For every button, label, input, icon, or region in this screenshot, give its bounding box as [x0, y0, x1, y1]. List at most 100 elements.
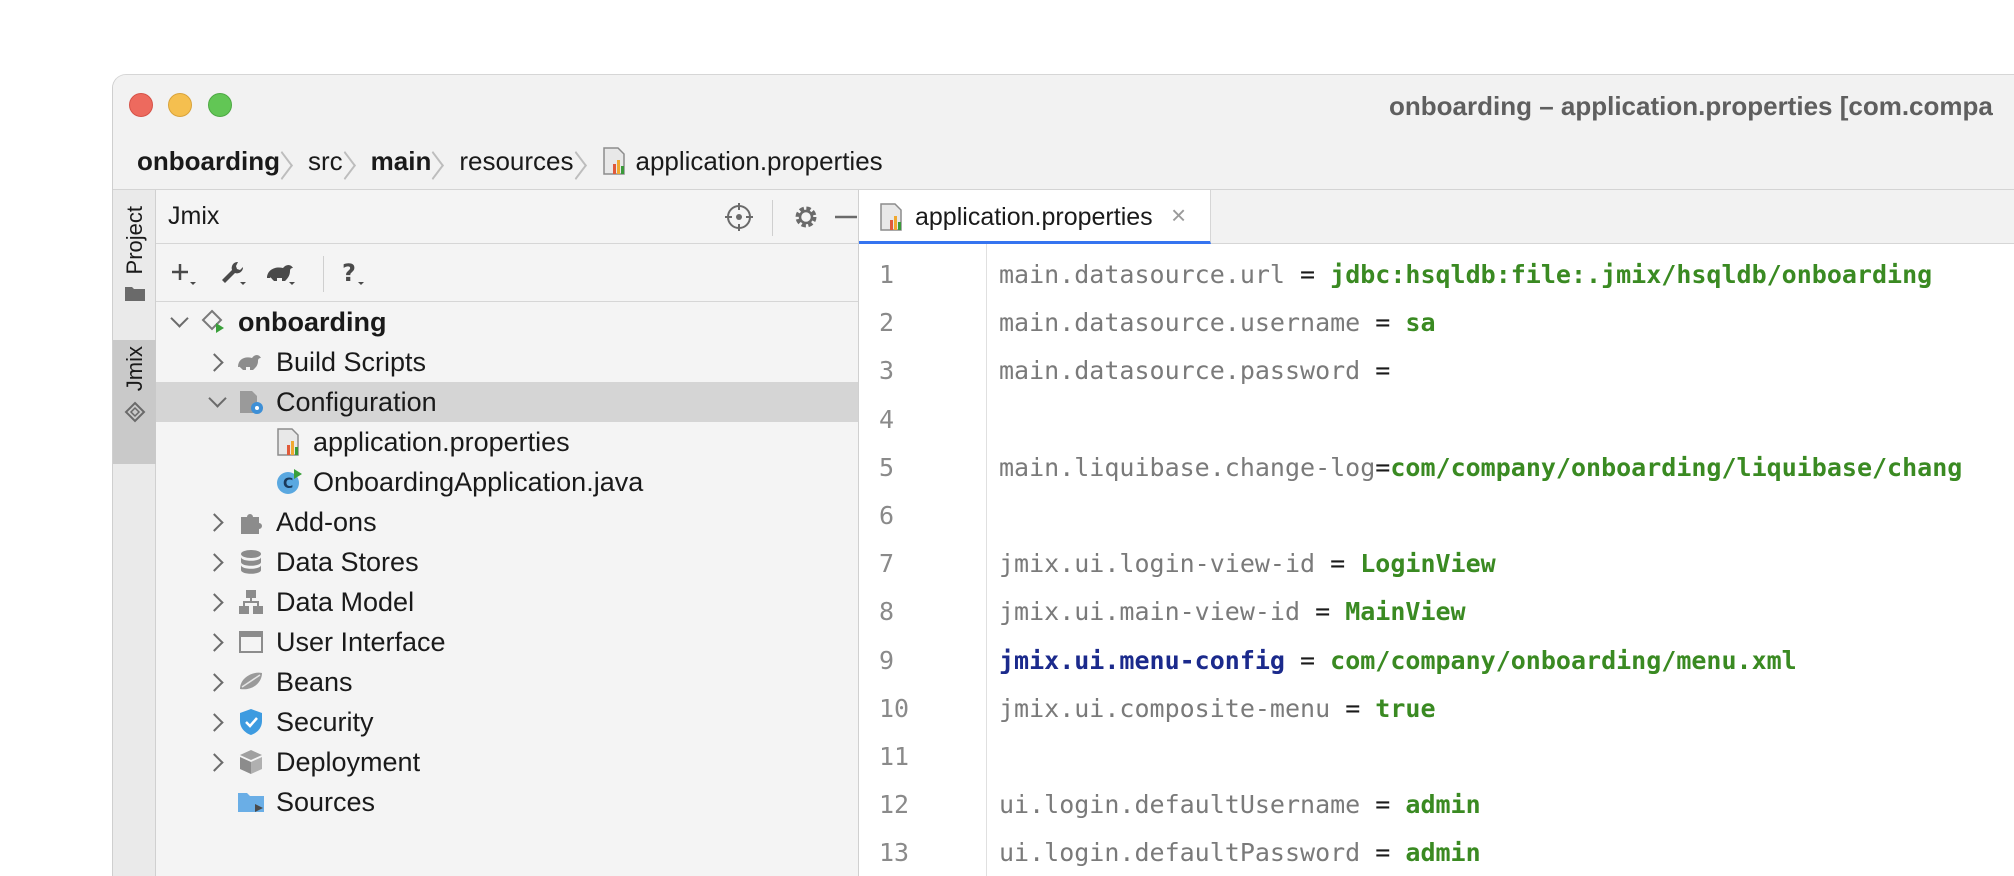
property-separator: =: [1300, 597, 1346, 627]
property-key: main.liquibase.change-log: [999, 452, 1376, 482]
chevron-right-icon[interactable]: [208, 752, 228, 772]
breadcrumb-item-file[interactable]: application.properties: [636, 146, 883, 177]
property-key: ui.login.defaultPassword: [999, 838, 1361, 868]
chevron-right-icon[interactable]: [208, 672, 228, 692]
code-area[interactable]: main.datasource.url = jdbc:hsqldb:file:.…: [999, 244, 2014, 876]
source-folder-icon: [238, 793, 264, 812]
breadcrumb-item-main[interactable]: main: [371, 146, 432, 177]
property-key: jmix.ui.login-view-id: [999, 549, 1316, 579]
close-icon[interactable]: ×: [1171, 202, 1186, 228]
close-window-button[interactable]: [129, 93, 153, 117]
breadcrumb-item-resources[interactable]: resources: [459, 146, 573, 177]
property-separator: =: [1315, 549, 1361, 579]
jmix-icon: [124, 401, 145, 423]
property-value: jdbc:hsqldb:file:.jmix/hsqldb/onboarding: [1330, 260, 1933, 289]
tool-window-strip: Project Jmix: [113, 190, 156, 876]
property-key: jmix.ui.menu-config: [999, 645, 1285, 675]
minimize-window-button[interactable]: [168, 93, 192, 117]
code-line[interactable]: main.datasource.username = sa: [999, 308, 1436, 337]
breadcrumb-item-onboarding[interactable]: onboarding: [137, 146, 280, 177]
database-icon: [241, 550, 261, 574]
breadcrumb-separator-icon: [582, 146, 594, 176]
properties-file-icon: [602, 147, 625, 175]
main-area: Project Jmix Jmix ? onboarding Build Scr…: [113, 189, 2014, 876]
code-line[interactable]: ui.login.defaultUsername = admin: [999, 790, 1481, 819]
tree-item-onboarding-application[interactable]: C OnboardingApplication.java: [156, 462, 858, 502]
tree-label: Security: [276, 706, 374, 737]
maximize-window-button[interactable]: [208, 93, 232, 117]
add-icon[interactable]: [168, 258, 202, 288]
configuration-icon: [240, 391, 263, 414]
chevron-right-icon[interactable]: [208, 352, 228, 372]
chevron-down-icon[interactable]: [170, 312, 190, 332]
locate-icon[interactable]: [724, 202, 754, 232]
wrench-icon[interactable]: [216, 258, 250, 288]
editor-tab-bar: application.properties ×: [859, 190, 2014, 244]
tree-item-data-stores[interactable]: Data Stores: [156, 542, 858, 582]
chevron-down-icon[interactable]: [208, 392, 228, 412]
tree-item-onboarding[interactable]: onboarding: [156, 302, 858, 342]
property-value: sa: [1405, 308, 1436, 338]
hide-icon[interactable]: [831, 202, 861, 232]
property-key: ui.login.defaultUsername: [999, 790, 1361, 820]
tree-item-build-scripts[interactable]: Build Scripts: [156, 342, 858, 382]
gradle-icon[interactable]: [264, 258, 298, 288]
line-number: 5: [879, 452, 895, 482]
line-number: 4: [879, 404, 895, 434]
chevron-right-icon[interactable]: [208, 712, 228, 732]
tree-item-beans[interactable]: Beans: [156, 662, 858, 702]
code-line[interactable]: jmix.ui.login-view-id = LoginView: [999, 549, 1496, 578]
code-line[interactable]: jmix.ui.menu-config = com/company/onboar…: [999, 646, 1797, 675]
property-separator: =: [1360, 356, 1391, 386]
tree-item-security[interactable]: Security: [156, 702, 858, 742]
property-separator: =: [1330, 693, 1376, 723]
gear-icon[interactable]: [791, 202, 821, 232]
chevron-right-icon[interactable]: [208, 512, 228, 532]
tree-label: OnboardingApplication.java: [313, 466, 644, 497]
line-number: 12: [879, 790, 910, 820]
properties-file-icon: [880, 203, 902, 231]
property-value: LoginView: [1360, 549, 1496, 579]
property-key: main.datasource.url: [999, 260, 1285, 289]
project-tool-tab[interactable]: Project: [113, 200, 156, 320]
code-line[interactable]: ui.login.defaultPassword = admin: [999, 838, 1481, 867]
tool-window-toolbar: ?: [156, 244, 858, 302]
property-key: main.datasource.password: [999, 356, 1361, 386]
tab-application-properties[interactable]: application.properties ×: [859, 190, 1211, 244]
bean-icon: [240, 672, 262, 690]
data-model-icon: [239, 590, 263, 614]
tree-item-application-properties[interactable]: application.properties: [156, 422, 858, 462]
help-icon[interactable]: ?: [336, 258, 370, 288]
editor-pane: application.properties × 1 2 3 4 5 6 7 8 9 10 11 12…: [859, 190, 2014, 876]
property-key: jmix.ui.main-view-id: [999, 597, 1301, 627]
tool-window-title: Jmix: [168, 202, 220, 230]
code-line[interactable]: main.datasource.url = jdbc:hsqldb:file:.…: [999, 260, 1932, 289]
chevron-right-icon[interactable]: [208, 552, 228, 572]
tree-label: Sources: [276, 786, 376, 817]
chevron-right-icon[interactable]: [208, 632, 228, 652]
code-line[interactable]: main.liquibase.change-log=com/company/on…: [999, 453, 1962, 482]
tree-item-sources[interactable]: Sources: [156, 782, 858, 822]
line-number: 10: [879, 693, 910, 723]
tree-label: Data Model: [276, 586, 415, 617]
code-line[interactable]: main.datasource.password =: [999, 356, 1390, 385]
code-line[interactable]: jmix.ui.composite-menu = true: [999, 694, 1436, 723]
chevron-right-icon[interactable]: [208, 592, 228, 612]
tree-item-user-interface[interactable]: User Interface: [156, 622, 858, 662]
code-line[interactable]: jmix.ui.main-view-id = MainView: [999, 597, 1466, 626]
tree-label: onboarding: [238, 306, 387, 337]
property-key: main.datasource.username: [999, 308, 1361, 338]
jmix-tool-tab[interactable]: Jmix: [113, 340, 156, 464]
tree-label: Deployment: [276, 746, 421, 777]
tree-label: Build Scripts: [276, 346, 427, 377]
svg-text:?: ?: [342, 259, 356, 287]
tree-item-data-model[interactable]: Data Model: [156, 582, 858, 622]
tree-item-configuration[interactable]: Configuration: [156, 382, 858, 422]
property-separator: =: [1360, 308, 1406, 338]
gradle-icon: [238, 355, 261, 370]
java-class-icon: C: [277, 469, 302, 494]
folder-icon: [124, 287, 145, 302]
property-key: jmix.ui.composite-menu: [999, 693, 1331, 723]
tree-item-deployment[interactable]: Deployment: [156, 742, 858, 782]
tree-item-add-ons[interactable]: Add-ons: [156, 502, 858, 542]
